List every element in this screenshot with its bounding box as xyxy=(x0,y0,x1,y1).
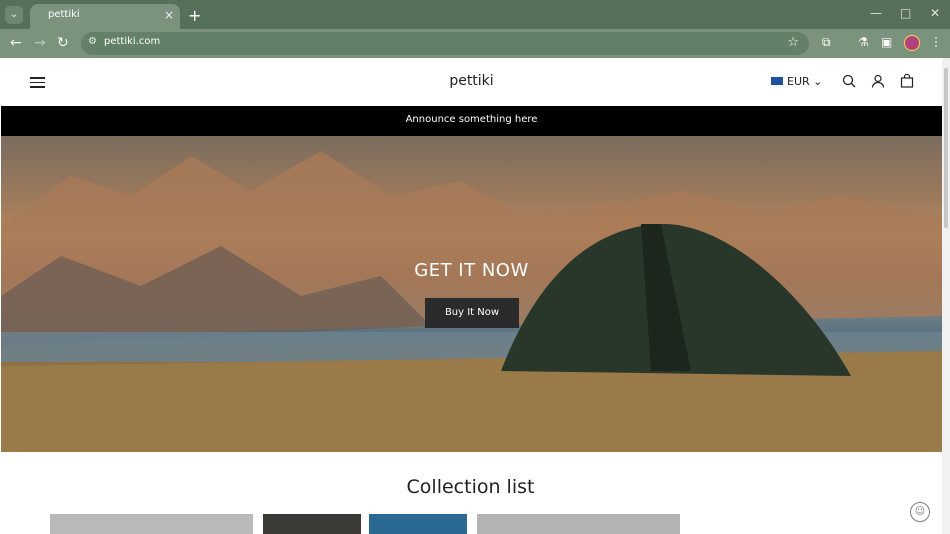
close-window-button[interactable]: ✕ xyxy=(930,6,940,20)
tab-search-button[interactable]: ⌄ xyxy=(5,6,23,24)
account-icon[interactable] xyxy=(871,74,885,88)
tab-close-icon[interactable]: × xyxy=(164,8,174,22)
minimize-button[interactable]: — xyxy=(870,6,882,20)
collection-list-title: Collection list xyxy=(406,476,535,498)
labs-icon[interactable]: ⚗ xyxy=(858,35,869,49)
collection-card[interactable] xyxy=(263,514,361,534)
hero-banner: GET IT NOW Buy It Now xyxy=(1,136,942,452)
page-scrollbar[interactable] xyxy=(942,58,950,534)
site-info-icon[interactable]: ⚙ xyxy=(88,36,97,47)
address-bar[interactable]: ⚙ pettiki.com ☆ xyxy=(81,32,809,55)
profile-avatar[interactable] xyxy=(904,35,920,51)
extensions-icon[interactable]: ⧉ xyxy=(822,35,831,50)
announcement-bar: Announce something here xyxy=(1,106,942,136)
buy-it-now-button[interactable]: Buy It Now xyxy=(425,298,519,328)
currency-selector[interactable]: EUR ⌄ xyxy=(771,75,822,88)
chevron-down-icon: ⌄ xyxy=(813,75,823,88)
announcement-text: Announce something here xyxy=(405,114,538,125)
browser-menu-icon[interactable]: ⋮ xyxy=(930,35,942,49)
cart-icon[interactable] xyxy=(900,74,914,88)
site-header: pettiki EUR ⌄ xyxy=(1,58,942,107)
reload-icon[interactable]: ↻ xyxy=(57,35,69,51)
back-icon[interactable]: ← xyxy=(10,35,22,51)
collection-card[interactable] xyxy=(50,514,253,534)
scroll-thumb[interactable] xyxy=(944,68,948,228)
chat-icon[interactable]: ☺ xyxy=(910,502,930,522)
tab-strip: ⌄ pettiki × + — □ ✕ xyxy=(0,0,950,29)
search-icon[interactable] xyxy=(842,74,856,88)
collection-card[interactable] xyxy=(477,514,680,534)
currency-label: EUR xyxy=(787,75,810,88)
collection-card[interactable] xyxy=(369,514,467,534)
url-text: pettiki.com xyxy=(104,36,161,47)
side-panel-icon[interactable]: ▣ xyxy=(881,35,892,49)
browser-tab[interactable]: pettiki × xyxy=(30,4,180,29)
eu-flag-icon xyxy=(771,77,783,85)
hero-image xyxy=(1,151,942,452)
browser-toolbar: ← → ↻ ⚙ pettiki.com ☆ ⧉ ⚗ ▣ ⋮ xyxy=(0,29,950,58)
browser-frame: ⌄ pettiki × + — □ ✕ ← → ↻ ⚙ pettiki.com … xyxy=(0,0,950,58)
new-tab-button[interactable]: + xyxy=(188,6,201,25)
tab-title: pettiki xyxy=(48,9,80,20)
hero-title: GET IT NOW xyxy=(414,260,529,281)
bookmark-star-icon[interactable]: ☆ xyxy=(787,35,799,50)
maximize-button[interactable]: □ xyxy=(900,6,911,20)
forward-icon[interactable]: → xyxy=(34,35,46,51)
